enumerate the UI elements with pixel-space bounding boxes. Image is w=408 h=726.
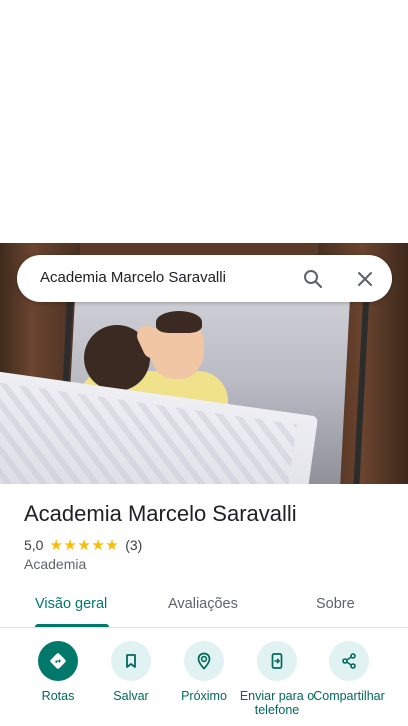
share-circle[interactable] [329, 641, 369, 681]
send-to-phone-circle[interactable] [257, 641, 297, 681]
star-icon: ★ [77, 536, 91, 554]
tab-overview[interactable]: Visão geral [35, 596, 107, 612]
place-title: Academia Marcelo Saravalli [24, 501, 297, 526]
nearby-icon [197, 652, 211, 670]
star-icon: ★ [105, 536, 119, 554]
photo-hair [156, 311, 202, 333]
rating-row[interactable]: 5,0 ★ ★ ★ ★ ★ (3) [24, 536, 142, 554]
share-button[interactable]: Compartilhar [310, 641, 388, 717]
search-input[interactable]: Academia Marcelo Saravalli [40, 269, 226, 286]
tab-active-indicator [35, 624, 109, 627]
place-category[interactable]: Academia [24, 556, 86, 572]
map-blank-area [0, 0, 408, 243]
tab-bar: Visão geral Avaliações Sobre [0, 585, 408, 628]
bookmark-icon [126, 654, 136, 668]
star-icon: ★ [91, 536, 105, 554]
save-circle[interactable] [111, 641, 151, 681]
save-label: Salvar [113, 689, 149, 703]
directions-icon [50, 653, 66, 669]
search-bar[interactable]: Academia Marcelo Saravalli [17, 255, 392, 302]
nearby-label: Próximo [181, 689, 227, 703]
send-to-phone-button[interactable]: Enviar para o telefone [238, 641, 316, 717]
send-to-phone-label: Enviar para o telefone [239, 689, 315, 717]
save-button[interactable]: Salvar [92, 641, 170, 703]
tab-about[interactable]: Sobre [316, 596, 355, 612]
share-label: Compartilhar [313, 689, 385, 703]
directions-circle[interactable] [38, 641, 78, 681]
directions-button[interactable]: Rotas [19, 641, 97, 703]
send-to-phone-icon [271, 653, 283, 669]
share-icon [342, 653, 356, 669]
star-icon: ★ [63, 536, 77, 554]
rating-value: 5,0 [24, 537, 44, 553]
directions-label: Rotas [41, 689, 75, 703]
nearby-button[interactable]: Próximo [165, 641, 243, 703]
star-icon: ★ [49, 536, 63, 554]
close-icon[interactable] [353, 267, 377, 291]
rating-stars: ★ ★ ★ ★ ★ [49, 538, 119, 553]
search-icon[interactable] [301, 267, 325, 291]
review-count[interactable]: (3) [125, 537, 142, 553]
tab-reviews[interactable]: Avaliações [168, 596, 238, 612]
nearby-circle[interactable] [184, 641, 224, 681]
